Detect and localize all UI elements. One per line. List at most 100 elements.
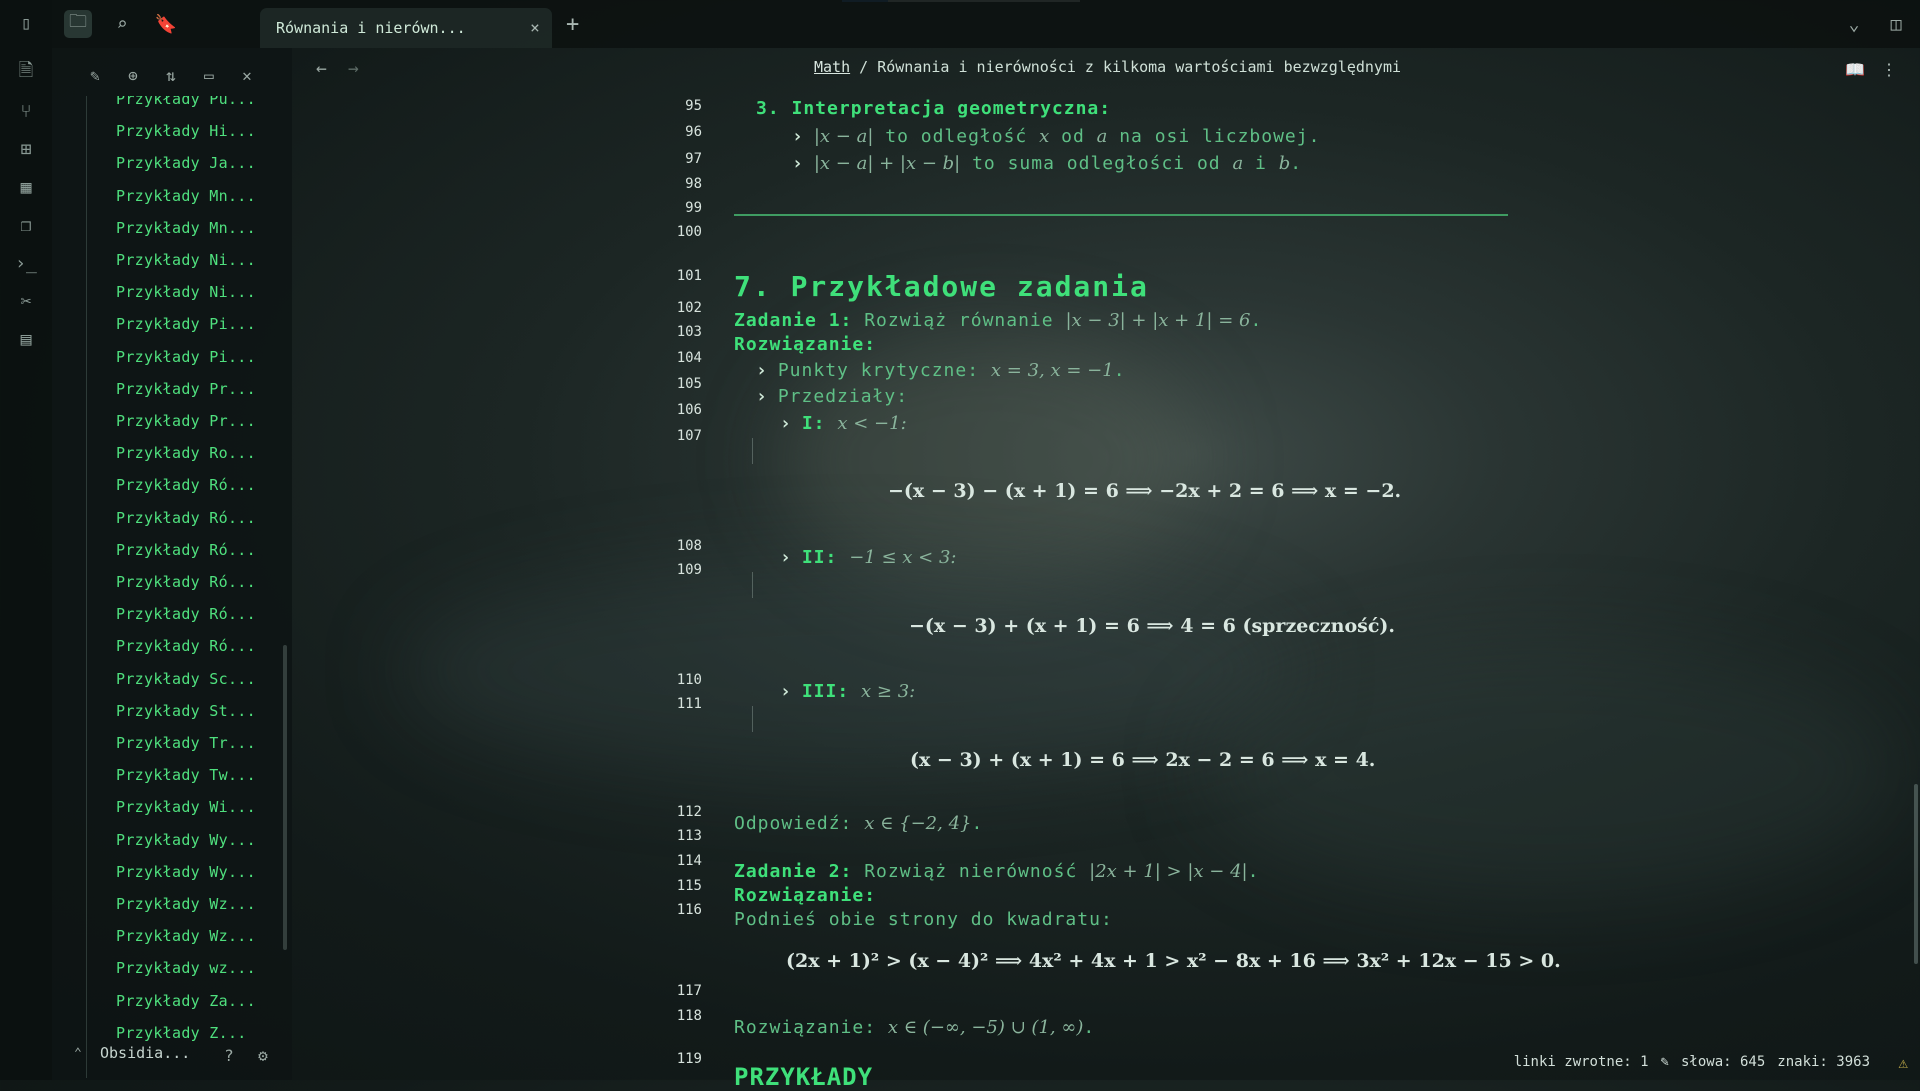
bookmark-icon[interactable]: 🔖: [152, 10, 180, 38]
daily-note-icon[interactable]: ▦: [13, 174, 39, 200]
file-item[interactable]: Przykłady Pi...: [116, 313, 256, 335]
edit-mode-icon[interactable]: ✎: [1661, 1054, 1669, 1070]
file-item[interactable]: Przykłady Ró...: [116, 635, 256, 657]
math-inline: |x − a| + |x − b|: [813, 153, 961, 174]
bullet-chevron-icon: ›: [792, 153, 804, 174]
file-item[interactable]: Przykłady Sc...: [116, 668, 256, 690]
auto-reveal-icon[interactable]: ▭: [196, 62, 222, 88]
breadcrumb-note: Równania i nierówności z kilkoma wartośc…: [877, 58, 1402, 76]
open-quick-switcher-icon[interactable]: 🗎: [13, 60, 39, 86]
line-number: 97: [685, 151, 702, 167]
file-item[interactable]: Przykłady Wy...: [116, 829, 256, 851]
close-tab-icon[interactable]: ×: [526, 18, 544, 37]
file-item[interactable]: Przykłady Ni...: [116, 249, 256, 271]
line-number: 108: [676, 538, 702, 554]
line-number: 117: [676, 983, 702, 999]
file-item[interactable]: Przykłady Wy...: [116, 861, 256, 883]
file-item[interactable]: Przykłady Tr...: [116, 732, 256, 754]
text-span: Rozwiązanie:: [734, 1017, 888, 1038]
templates-icon[interactable]: ❐: [13, 212, 39, 238]
vault-switcher-icon[interactable]: ⌃: [74, 1046, 82, 1061]
line-number: 95: [685, 98, 702, 114]
breadcrumb-folder[interactable]: Math: [814, 58, 850, 76]
task-label: Zadanie 2:: [734, 861, 853, 882]
sidebar-toggle-icon[interactable]: ▯: [13, 10, 39, 36]
text-span: .: [1083, 1017, 1096, 1038]
backlinks-count[interactable]: linki zwrotne: 1: [1514, 1054, 1649, 1070]
graph-view-icon[interactable]: ⑂: [13, 98, 39, 124]
file-item[interactable]: Przykłady wz...: [116, 957, 256, 979]
settings-gear-icon[interactable]: ⚙: [252, 1044, 274, 1066]
collapse-all-icon[interactable]: ✕: [234, 62, 260, 88]
heading-examples-partial: PRZYKŁADY: [734, 1063, 874, 1091]
file-item[interactable]: Przykłady Pr...: [116, 378, 256, 400]
command-palette-icon[interactable]: ›_: [13, 250, 39, 276]
file-item[interactable]: Przykłady Ró...: [116, 603, 256, 625]
sort-icon[interactable]: ⇅: [158, 62, 184, 88]
file-item[interactable]: Przykłady Za...: [116, 990, 256, 1012]
canvas-icon[interactable]: ⊞: [13, 136, 39, 162]
right-sidebar-toggle-icon[interactable]: ◫: [1882, 10, 1910, 38]
more-options-icon[interactable]: ⋮: [1878, 58, 1900, 80]
file-item[interactable]: Przykłady St...: [116, 700, 256, 722]
file-item[interactable]: Przykłady Pi...: [116, 346, 256, 368]
sync-status-icon[interactable]: ⚠: [1898, 1053, 1908, 1072]
bullet-chevron-icon: ›: [780, 547, 792, 568]
text-span: i: [1243, 153, 1279, 174]
line-number: 114: [676, 853, 702, 869]
math-inline: x ∈ (−∞, −5) ∪ (1, ∞): [887, 1017, 1084, 1038]
back-arrow-icon[interactable]: ←: [316, 58, 327, 79]
table-icon[interactable]: ▤: [13, 326, 39, 352]
file-item[interactable]: Przykłady Wz...: [116, 893, 256, 915]
file-item[interactable]: Przykłady Pr...: [116, 410, 256, 432]
task-1-line: Zadanie 1: Rozwiąż równanie |x − 3| + |x…: [734, 310, 1262, 331]
background-cloud: [400, 560, 1300, 780]
file-item[interactable]: Przykłady Tw...: [116, 764, 256, 786]
interval-label: II:: [801, 547, 838, 568]
sidebar-scrollbar[interactable]: [283, 645, 287, 950]
search-icon[interactable]: ⌕: [108, 10, 136, 38]
file-item[interactable]: Przykłady Ró...: [116, 571, 256, 593]
math-inline: x ∈ {−2, 4}: [864, 813, 972, 834]
help-icon[interactable]: ?: [218, 1044, 240, 1066]
math-inline: |2x + 1| > |x − 4|: [1089, 861, 1248, 882]
tab-list-chevron-icon[interactable]: ⌄: [1840, 10, 1868, 38]
file-item[interactable]: Przykłady Ró...: [116, 507, 256, 529]
line-number: 104: [676, 350, 702, 366]
new-note-icon[interactable]: ✎: [82, 62, 108, 88]
line-number: 111: [676, 696, 702, 712]
critical-points-line: › Punkty krytyczne: x = 3, x = −1.: [756, 360, 1126, 381]
file-item[interactable]: Przykłady Ró...: [116, 474, 256, 496]
line-number: 98: [685, 176, 702, 192]
bullet-chevron-icon: ›: [756, 360, 768, 381]
file-item[interactable]: Przykłady Mn...: [116, 217, 256, 239]
editor-scrollbar[interactable]: [1914, 784, 1918, 964]
vault-name[interactable]: Obsidia...: [100, 1044, 190, 1062]
tab-active-note[interactable]: Równania i nierówn... ×: [260, 8, 552, 48]
file-item[interactable]: Przykłady Pu...: [116, 96, 256, 110]
file-item[interactable]: Przykłady Ró...: [116, 539, 256, 561]
math-display-i: −(x − 3) − (x + 1) = 6 ⟹ −2x + 2 = 6 ⟹ x…: [888, 480, 1402, 502]
math-display-task-2: (2x + 1)² > (x − 4)² ⟹ 4x² + 4x + 1 > x²…: [786, 950, 1561, 972]
vault-footer: ⌃ Obsidia... ? ⚙: [52, 1028, 292, 1080]
math-inline: b: [1278, 153, 1291, 174]
file-item[interactable]: Przykłady Wi...: [116, 796, 256, 818]
word-count: słowa: 645: [1680, 1054, 1766, 1070]
tools-icon[interactable]: ✂: [13, 288, 39, 314]
file-item[interactable]: Przykłady Hi...: [116, 120, 256, 142]
text-span: Punkty krytyczne:: [777, 360, 991, 381]
forward-arrow-icon[interactable]: →: [348, 58, 359, 79]
file-item[interactable]: Przykłady Ni...: [116, 281, 256, 303]
file-explorer-icon[interactable]: 🗀: [64, 10, 92, 38]
file-item[interactable]: Przykłady Mn...: [116, 185, 256, 207]
tab-title: Równania i nierówn...: [276, 19, 466, 37]
math-inline: |x − 3| + |x + 1| = 6: [1065, 310, 1251, 331]
bullet-chevron-icon: ›: [780, 413, 792, 434]
line-number: 100: [676, 224, 702, 240]
file-item[interactable]: Przykłady Wz...: [116, 925, 256, 947]
new-tab-button[interactable]: +: [566, 12, 579, 37]
reading-view-icon[interactable]: 📖: [1844, 58, 1866, 80]
file-item[interactable]: Przykłady Ro...: [116, 442, 256, 464]
file-item[interactable]: Przykłady Ja...: [116, 152, 256, 174]
new-folder-icon[interactable]: ⊕: [120, 62, 146, 88]
